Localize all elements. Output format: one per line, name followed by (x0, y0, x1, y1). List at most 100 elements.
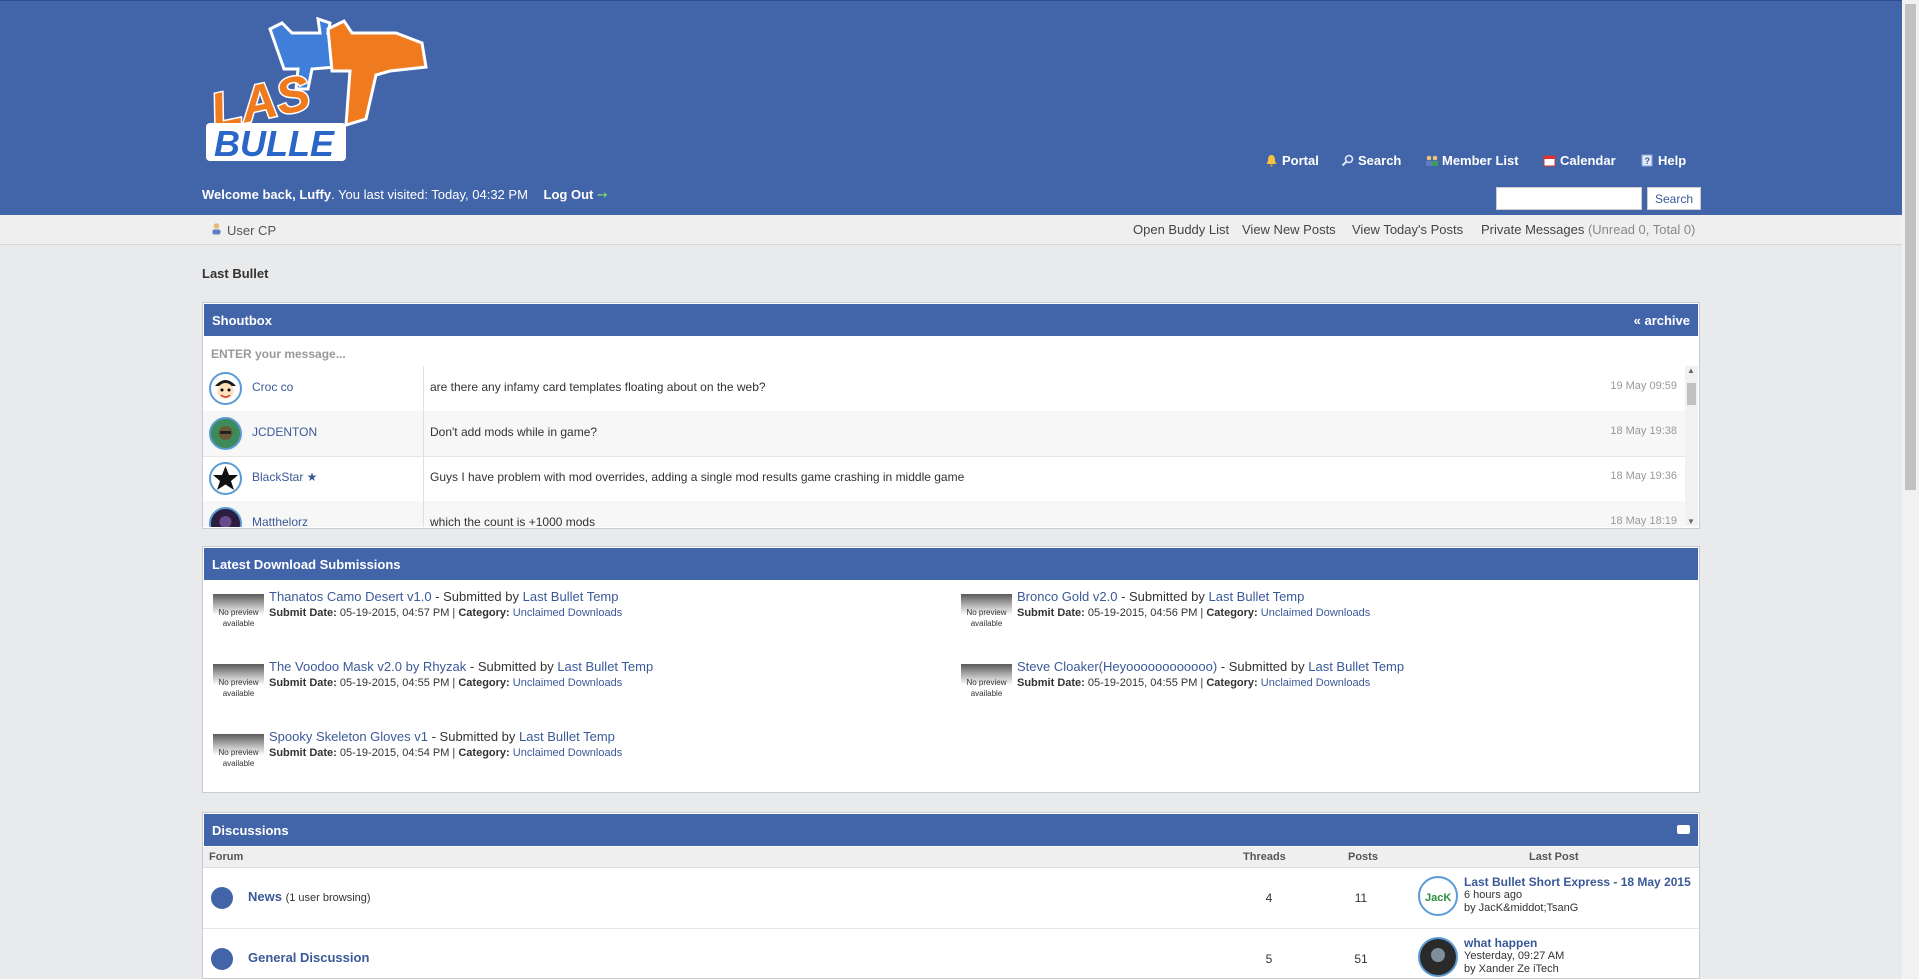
category-link[interactable]: Unclaimed Downloads (513, 607, 622, 619)
shout-message-input[interactable]: ENTER your message... (211, 347, 346, 361)
last-post-author[interactable]: by Xander Ze iTech (1464, 963, 1559, 975)
category-link[interactable]: Unclaimed Downloads (513, 677, 622, 689)
download-item: No preview available Thanatos Camo Deser… (213, 589, 913, 639)
download-title-link[interactable]: Steve Cloaker(Heyoooooooooooo) (1017, 659, 1217, 674)
forum-name-link[interactable]: General Discussion (248, 950, 369, 965)
submitter-link[interactable]: Last Bullet Temp (1308, 659, 1404, 674)
shout-time: 18 May 18:19 (1610, 515, 1677, 527)
download-item: No preview available The Voodoo Mask v2.… (213, 659, 913, 709)
submitter-link[interactable]: Last Bullet Temp (523, 589, 619, 604)
download-title-link[interactable]: Thanatos Camo Desert v1.0 (269, 589, 432, 604)
shout-user[interactable]: Matthelorz (252, 515, 308, 527)
svg-text:?: ? (1645, 156, 1651, 166)
user-bar: User CP Open Buddy List View New Posts V… (0, 215, 1902, 245)
category-link[interactable]: Unclaimed Downloads (1261, 677, 1370, 689)
latest-downloads-panel: Latest Download Submissions No preview a… (202, 546, 1700, 793)
no-preview-thumbnail[interactable]: No preview available (213, 734, 264, 772)
shoutbox-title: Shoutbox (212, 313, 272, 328)
last-post-time: Yesterday, 09:27 AM (1464, 950, 1565, 962)
page-scrollbar-thumb[interactable] (1905, 4, 1916, 490)
shout-time: 18 May 19:38 (1610, 425, 1677, 437)
nav-member-list[interactable]: Member List (1425, 153, 1519, 168)
shoutbox-panel: Shoutbox « archive ENTER your message...… (202, 302, 1700, 529)
download-title-link[interactable]: Bronco Gold v2.0 (1017, 589, 1117, 604)
avatar[interactable] (209, 417, 242, 450)
scroll-up-arrow-icon[interactable]: ▲ (1687, 366, 1695, 375)
forum-name-link[interactable]: News (1 user browsing) (248, 889, 371, 904)
shout-user[interactable]: BlackStar ★ (252, 470, 317, 484)
nav-calendar[interactable]: Calendar (1543, 153, 1616, 168)
forum-column-headers: Forum Threads Posts Last Post (203, 847, 1699, 868)
thread-count: 4 (1265, 891, 1273, 905)
site-header: LAS BULLE Portal Search Member List Cale… (0, 0, 1902, 216)
members-icon (1425, 154, 1438, 167)
forum-row-news: News (1 user browsing) 4 11 JacK Last Bu… (203, 868, 1699, 929)
post-count: 51 (1354, 952, 1368, 966)
shoutbox-scrollbar[interactable]: ▲ ▼ (1685, 366, 1698, 526)
private-messages-link[interactable]: Private Messages (Unread 0, Total 0) (1481, 222, 1695, 237)
logout-link[interactable]: Log Out ➙ (544, 187, 608, 202)
submitter-link[interactable]: Last Bullet Temp (557, 659, 653, 674)
shoutbox-header: Shoutbox « archive (203, 303, 1699, 337)
shout-message: which the count is +1000 mods (430, 515, 596, 527)
category-link[interactable]: Unclaimed Downloads (1261, 607, 1370, 619)
discussions-panel: Discussions Forum Threads Posts Last Pos… (202, 812, 1700, 979)
shout-time: 19 May 09:59 (1610, 380, 1677, 392)
no-preview-thumbnail[interactable]: No preview available (213, 664, 264, 702)
breadcrumb[interactable]: Last Bullet (202, 266, 268, 281)
shout-message: Guys I have problem with mod overrides, … (430, 470, 965, 484)
shout-message: are there any infamy card templates floa… (430, 380, 766, 394)
last-bullet-logo[interactable]: LAS BULLE (200, 11, 432, 166)
download-title-link[interactable]: Spooky Skeleton Gloves v1 (269, 729, 428, 744)
page-scrollbar[interactable] (1902, 0, 1919, 979)
avatar[interactable] (209, 462, 242, 495)
avatar[interactable] (209, 507, 242, 527)
magnifier-icon (1341, 154, 1354, 167)
forum-status-icon (211, 948, 233, 970)
search-button[interactable]: Search (1647, 187, 1701, 210)
download-title-link[interactable]: The Voodoo Mask v2.0 by Rhyzak (269, 659, 466, 674)
discussions-title: Discussions (212, 823, 289, 838)
downloads-header: Latest Download Submissions (203, 547, 1699, 581)
submitter-link[interactable]: Last Bullet Temp (519, 729, 615, 744)
view-todays-posts-link[interactable]: View Today's Posts (1352, 222, 1463, 237)
nav-help[interactable]: ? Help (1641, 153, 1686, 168)
shoutbox-archive-link[interactable]: « archive (1634, 313, 1690, 328)
shout-user[interactable]: JCDENTON (252, 425, 317, 439)
shout-message: Don't add mods while in game? (430, 425, 598, 439)
bell-icon (1265, 154, 1278, 167)
nav-portal[interactable]: Portal (1265, 153, 1319, 168)
open-buddy-list-link[interactable]: Open Buddy List (1133, 222, 1229, 237)
collapse-toggle-icon[interactable] (1677, 825, 1690, 834)
user-cp-link[interactable]: User CP (210, 222, 276, 238)
no-preview-thumbnail[interactable]: No preview available (213, 594, 264, 632)
username[interactable]: Luffy (299, 187, 331, 202)
last-post-time: 6 hours ago (1464, 889, 1523, 901)
avatar[interactable] (209, 372, 242, 405)
post-count: 11 (1354, 891, 1368, 905)
last-post-author[interactable]: by JacK&middot;TsanG (1464, 902, 1578, 914)
thread-count: 5 (1265, 952, 1273, 966)
no-preview-thumbnail[interactable]: No preview available (961, 664, 1012, 702)
pm-status: (Unread 0, Total 0) (1587, 222, 1696, 237)
download-item: No preview available Spooky Skeleton Glo… (213, 729, 913, 779)
submitter-link[interactable]: Last Bullet Temp (1209, 589, 1305, 604)
scroll-down-arrow-icon[interactable]: ▼ (1687, 517, 1695, 526)
shout-row: JCDENTON Don't add mods while in game? 1… (203, 411, 1685, 457)
calendar-icon (1543, 154, 1556, 167)
last-post-title-link[interactable]: what happen (1464, 936, 1537, 950)
avatar[interactable]: JacK (1418, 876, 1458, 916)
search-input[interactable] (1496, 187, 1642, 210)
shout-user[interactable]: Croc co (252, 380, 293, 394)
shout-time: 18 May 19:36 (1610, 470, 1677, 482)
last-post-title-link[interactable]: Last Bullet Short Express - 18 May 2015 (1464, 875, 1691, 889)
no-preview-thumbnail[interactable]: No preview available (961, 594, 1012, 632)
help-icon: ? (1641, 154, 1654, 167)
nav-search[interactable]: Search (1341, 153, 1401, 168)
view-new-posts-link[interactable]: View New Posts (1242, 222, 1336, 237)
category-link[interactable]: Unclaimed Downloads (513, 747, 622, 759)
top-navigation: Portal Search Member List Calendar ? Hel… (0, 153, 1902, 173)
avatar[interactable] (1418, 937, 1458, 977)
logout-arrow-icon: ➙ (596, 187, 608, 202)
discussions-header: Discussions (203, 813, 1699, 847)
